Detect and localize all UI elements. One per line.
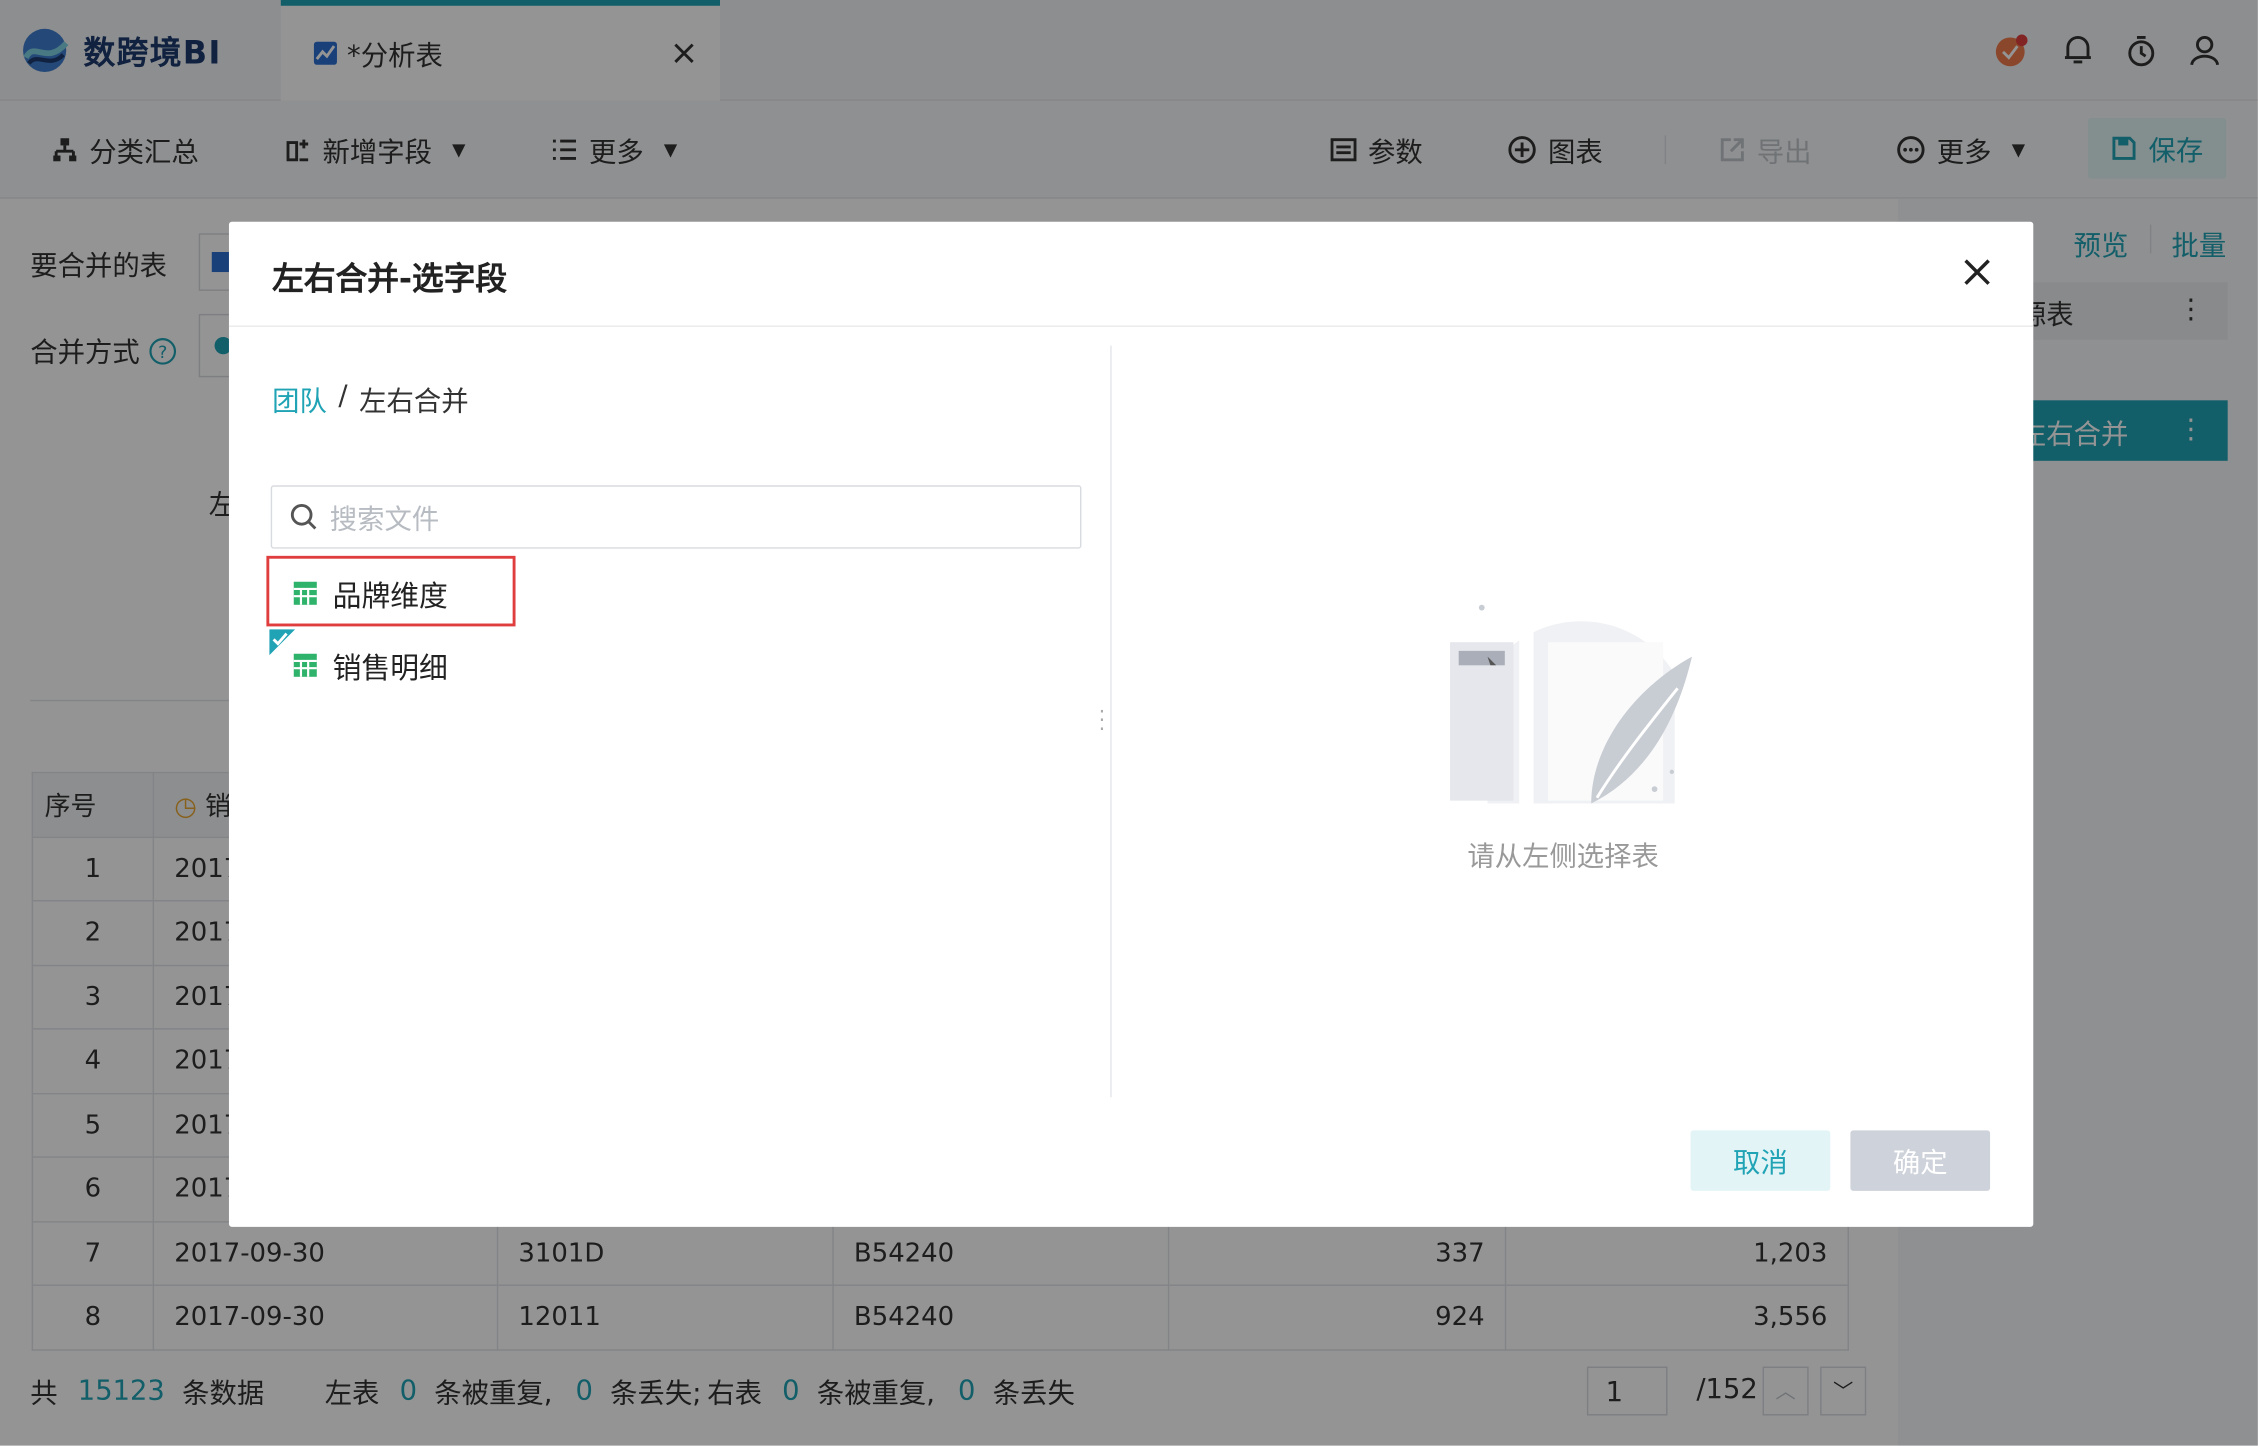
breadcrumb-separator: / <box>338 380 348 412</box>
table-file-icon <box>293 653 317 677</box>
empty-hint: 请从左侧选择表 <box>1467 840 1659 873</box>
search-icon <box>290 504 317 530</box>
close-icon[interactable] <box>1958 253 1995 290</box>
breadcrumb: 团队 / 左右合并 <box>272 380 468 419</box>
file-item-sales[interactable]: 销售明细 <box>292 642 448 688</box>
highlight-box <box>266 555 516 627</box>
pane-divider[interactable] <box>1110 345 1112 1098</box>
resize-handle-icon[interactable]: · · · <box>1099 703 1105 740</box>
file-item-label: 销售明细 <box>332 650 448 685</box>
select-fields-dialog: 左右合并-选字段 团队 / 左右合并 搜索文件 品牌维度 销售明细 · · · … <box>228 221 2034 1227</box>
empty-state-illustration <box>1450 604 1693 807</box>
breadcrumb-current: 左右合并 <box>359 385 469 418</box>
dialog-divider <box>228 325 2034 327</box>
search-placeholder: 搜索文件 <box>329 503 440 535</box>
checkmark-corner-icon <box>269 629 296 656</box>
breadcrumb-team[interactable]: 团队 <box>272 380 327 419</box>
confirm-button[interactable]: 确定 <box>1850 1130 1991 1191</box>
dialog-title: 左右合并-选字段 <box>272 262 508 299</box>
search-input[interactable]: 搜索文件 <box>270 485 1082 549</box>
cancel-button[interactable]: 取消 <box>1690 1130 1831 1191</box>
